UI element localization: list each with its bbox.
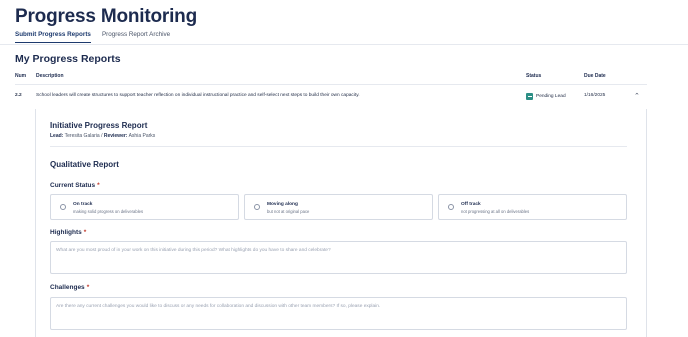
table-header-divider <box>15 84 647 85</box>
tab-submit-progress-reports[interactable]: Submit Progress Reports <box>15 31 91 43</box>
option-title: Off track <box>461 202 481 207</box>
option-title: Moving along <box>267 202 298 207</box>
status-option-off-track[interactable]: Off track not progressing at all on deli… <box>438 194 627 220</box>
status-label: Pending Lead <box>536 94 566 99</box>
qualitative-title: Qualitative Report <box>50 160 119 169</box>
chevron-up-icon[interactable]: ⌃ <box>634 92 640 100</box>
status-option-moving-along[interactable]: Moving along but not at original pace <box>244 194 433 220</box>
required-marker: * <box>83 229 87 236</box>
column-header-due-date: Due Date <box>584 73 606 79</box>
challenges-label: Challenges * <box>50 284 89 291</box>
table-row[interactable]: 2.2 School leaders will create structure… <box>15 93 673 103</box>
reviewer-name: Ashia Parks <box>128 133 156 139</box>
required-marker: * <box>86 284 90 291</box>
row-status: Pending Lead <box>526 93 566 100</box>
option-subtitle: not progressing at all on deliverables <box>461 209 530 214</box>
meta-divider <box>50 146 627 147</box>
highlights-textarea[interactable] <box>50 241 627 274</box>
row-description: School leaders will create structures to… <box>36 93 360 98</box>
table-header: Num Description Status Due Date <box>15 73 673 83</box>
current-status-label-text: Current Status <box>50 182 96 189</box>
section-title: My Progress Reports <box>15 53 121 65</box>
tab-progress-report-archive[interactable]: Progress Report Archive <box>102 31 170 43</box>
current-status-label: Current Status * <box>50 182 100 189</box>
highlights-label: Highlights * <box>50 229 86 236</box>
radio-button[interactable] <box>60 204 66 210</box>
highlights-label-text: Highlights <box>50 229 82 236</box>
radio-button[interactable] <box>254 204 260 210</box>
tabs-divider <box>0 44 688 45</box>
reviewer-label: Reviewer: <box>103 133 128 139</box>
option-subtitle: but not at original pace <box>267 209 310 214</box>
arrow-right-icon <box>526 93 533 100</box>
row-due-date: 1/16/2025 <box>584 93 606 98</box>
status-option-on-track[interactable]: On track making solid progress on delive… <box>50 194 239 220</box>
row-num: 2.2 <box>15 93 22 98</box>
column-header-description: Description <box>36 73 64 79</box>
meta-separator: / <box>101 133 103 139</box>
page-title: Progress Monitoring <box>15 6 197 27</box>
initiative-meta: Lead: Teresita Galaria / Reviewer: Ashia… <box>50 133 155 139</box>
required-marker: * <box>97 182 100 189</box>
initiative-title: Initiative Progress Report <box>50 121 148 130</box>
option-title: On track <box>73 202 93 207</box>
column-header-num: Num <box>15 73 27 79</box>
tab-bar: Submit Progress Reports Progress Report … <box>15 31 170 43</box>
radio-button[interactable] <box>448 204 454 210</box>
column-header-status: Status <box>526 73 542 79</box>
lead-label: Lead: <box>50 133 64 139</box>
status-options: On track making solid progress on delive… <box>50 194 627 220</box>
challenges-label-text: Challenges <box>50 284 85 291</box>
option-subtitle: making solid progress on deliverables <box>73 209 144 214</box>
challenges-textarea[interactable] <box>50 297 627 330</box>
lead-name: Teresita Galaria <box>64 133 100 139</box>
